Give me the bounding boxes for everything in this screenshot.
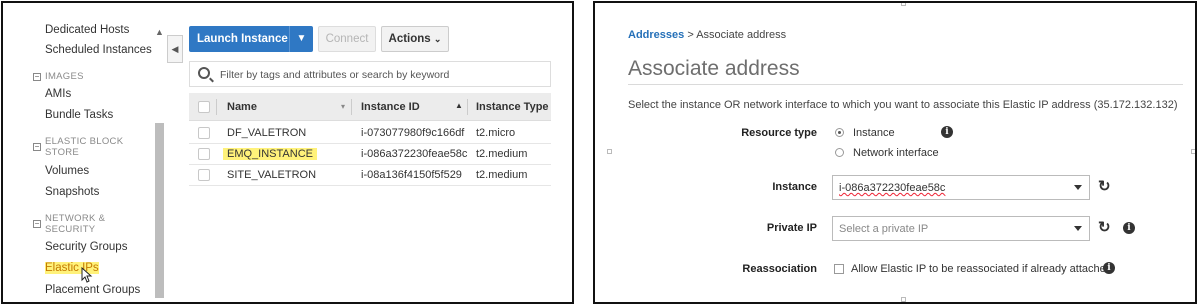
sidebar-item-scheduled-instances[interactable]: Scheduled Instances	[45, 44, 152, 56]
collapse-sidebar-button[interactable]: ◀	[167, 35, 183, 63]
frame-handle	[901, 297, 906, 302]
breadcrumb-link-addresses[interactable]: Addresses	[628, 29, 684, 41]
associate-address-panel: Addresses > Associate address Associate …	[593, 1, 1197, 304]
breadcrumb: Addresses > Associate address	[628, 29, 786, 41]
frame-handle	[607, 149, 612, 154]
table-header: Name ▾ Instance ID ▲ Instance Type	[189, 93, 551, 121]
breadcrumb-current: Associate address	[696, 29, 787, 41]
instance-select[interactable]: i-086a372230feae58c	[832, 175, 1090, 200]
sidebar-item-security-groups[interactable]: Security Groups	[45, 241, 127, 253]
row-checkbox[interactable]	[198, 169, 210, 181]
title-divider	[628, 84, 1183, 85]
row-checkbox[interactable]	[198, 127, 210, 139]
sidebar-item-snapshots[interactable]: Snapshots	[45, 186, 99, 198]
private-ip-placeholder: Select a private IP	[839, 223, 929, 235]
table-row[interactable]: SITE_VALETRON i-08a136f4150f5f529 t2.med…	[189, 165, 551, 186]
table-row[interactable]: EMQ_INSTANCE i-086a372230feae58c t2.medi…	[189, 144, 551, 165]
column-header-instance-type[interactable]: Instance Type	[476, 101, 549, 113]
instance-select-value: i-086a372230feae58c	[839, 182, 946, 194]
frame-handle	[901, 3, 906, 6]
private-ip-select[interactable]: Select a private IP	[832, 216, 1090, 241]
info-icon[interactable]: i	[1123, 222, 1135, 234]
sidebar-item-amis[interactable]: AMIs	[45, 88, 71, 100]
actions-label: Actions	[388, 33, 431, 45]
chevron-down-icon	[1074, 185, 1082, 190]
sidebar-heading-net-2: SECURITY	[45, 224, 96, 235]
column-header-instance-id[interactable]: Instance ID	[361, 101, 420, 113]
column-divider	[351, 99, 352, 115]
sort-name-icon[interactable]: ▾	[341, 102, 345, 111]
page-title: Associate address	[628, 57, 800, 80]
reassociation-checkbox-label[interactable]: Allow Elastic IP to be reassociated if a…	[851, 263, 1112, 275]
table-row[interactable]: DF_VALETRON i-073077980f9c166df t2.micro	[189, 123, 551, 144]
sidebar-item-dedicated-hosts[interactable]: Dedicated Hosts	[45, 24, 129, 36]
search-placeholder: Filter by tags and attributes or search …	[220, 69, 450, 81]
scroll-up-arrow-icon[interactable]: ▲	[155, 27, 164, 37]
sidebar-item-volumes[interactable]: Volumes	[45, 165, 89, 177]
breadcrumb-separator: >	[687, 29, 694, 41]
collapse-ebs-icon[interactable]: −	[33, 143, 41, 151]
ec2-console-panel: Dedicated Hosts Scheduled Instances − IM…	[1, 1, 574, 304]
chevron-down-icon	[1074, 226, 1082, 231]
page-description: Select the instance OR network interface…	[628, 99, 1178, 111]
resource-type-network-interface-label[interactable]: Network interface	[853, 147, 939, 159]
chevron-down-icon: ⌄	[433, 34, 442, 44]
instance-id: i-08a136f4150f5f529	[361, 169, 462, 181]
collapse-network-icon[interactable]: −	[33, 220, 41, 228]
sidebar-item-bundle-tasks[interactable]: Bundle Tasks	[45, 109, 113, 121]
reassociation-checkbox[interactable]	[834, 264, 844, 274]
refresh-instances-icon[interactable]: ↻	[1098, 177, 1111, 195]
instance-type: t2.micro	[476, 127, 516, 139]
refresh-private-ip-icon[interactable]: ↻	[1098, 218, 1111, 236]
instance-label: Instance	[772, 181, 817, 193]
sidebar-item-placement-groups[interactable]: Placement Groups	[45, 284, 140, 296]
column-divider	[216, 99, 217, 115]
launch-instance-button[interactable]: Launch Instance ▼	[189, 26, 313, 52]
frame-handle	[1191, 149, 1195, 154]
resource-type-instance-label[interactable]: Instance	[853, 127, 895, 139]
column-divider	[467, 99, 468, 115]
instance-name: DF_VALETRON	[227, 127, 307, 139]
resource-type-network-interface-radio[interactable]	[835, 148, 844, 157]
sidebar-heading-ebs-2: STORE	[45, 147, 80, 158]
filter-search-input[interactable]: Filter by tags and attributes or search …	[189, 61, 551, 87]
instance-type: t2.medium	[476, 148, 528, 160]
reassociation-label: Reassociation	[742, 263, 817, 275]
actions-button[interactable]: Actions ⌄	[381, 26, 449, 52]
search-icon	[198, 67, 210, 79]
launch-instance-label: Launch Instance	[197, 33, 288, 45]
row-checkbox[interactable]	[198, 148, 210, 160]
resource-type-instance-radio[interactable]	[835, 128, 844, 137]
private-ip-label: Private IP	[766, 222, 817, 234]
sort-ascending-icon[interactable]: ▲	[455, 101, 463, 110]
column-header-name[interactable]: Name	[227, 101, 257, 113]
sidebar-heading-images: IMAGES	[45, 71, 84, 82]
sidebar: Dedicated Hosts Scheduled Instances − IM…	[3, 3, 167, 302]
mouse-pointer-icon	[81, 267, 93, 283]
instance-type: t2.medium	[476, 169, 528, 181]
select-all-checkbox[interactable]	[198, 101, 210, 113]
launch-dropdown-icon[interactable]: ▼	[289, 26, 313, 52]
sidebar-heading-ebs-1: ELASTIC BLOCK	[45, 136, 124, 147]
info-icon[interactable]: i	[1103, 262, 1115, 274]
sidebar-scrollbar[interactable]	[155, 123, 164, 298]
resource-type-label: Resource type	[741, 127, 817, 139]
connect-button[interactable]: Connect	[318, 26, 376, 52]
collapse-images-icon[interactable]: −	[33, 73, 41, 81]
instance-id: i-086a372230feae58c	[361, 148, 468, 160]
instance-id: i-073077980f9c166df	[361, 127, 465, 139]
instance-name: EMQ_INSTANCE	[223, 148, 317, 160]
info-icon[interactable]: i	[941, 126, 953, 138]
instance-name: SITE_VALETRON	[227, 169, 317, 181]
sidebar-heading-net-1: NETWORK &	[45, 213, 106, 224]
